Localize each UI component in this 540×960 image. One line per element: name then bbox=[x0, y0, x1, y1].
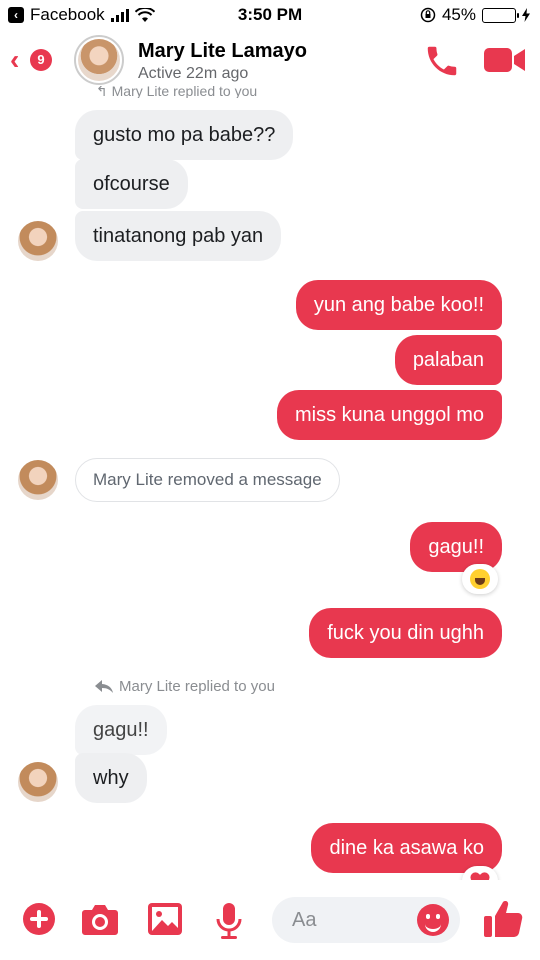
outgoing-message[interactable]: miss kuna unggol mo bbox=[277, 390, 502, 440]
video-call-icon[interactable] bbox=[484, 46, 526, 74]
plus-icon[interactable] bbox=[22, 902, 56, 936]
reply-arrow-icon: ↰ bbox=[96, 86, 112, 98]
reply-notice: Mary Lite replied to you bbox=[95, 678, 275, 695]
outgoing-message[interactable]: fuck you din ughh bbox=[309, 608, 502, 658]
outgoing-message[interactable]: palaban bbox=[394, 335, 502, 385]
emoji-icon[interactable] bbox=[417, 904, 449, 936]
reply-arrow-icon bbox=[95, 679, 113, 693]
composer-bar bbox=[0, 880, 540, 960]
contact-name[interactable]: Mary Lite Lamayo bbox=[138, 40, 307, 63]
microphone-icon[interactable] bbox=[216, 902, 242, 940]
active-status: Active 22m ago bbox=[138, 65, 249, 82]
contact-avatar-small[interactable] bbox=[18, 762, 58, 802]
removed-message-notice: Mary Lite removed a message bbox=[75, 458, 340, 502]
reply-notice-cut: ↰ Mary Lite replied to you bbox=[96, 86, 257, 98]
contact-avatar[interactable] bbox=[74, 35, 124, 85]
incoming-message[interactable]: why bbox=[75, 753, 147, 803]
reply-notice-text: Mary Lite replied to you bbox=[111, 86, 258, 98]
status-right: 45% bbox=[420, 5, 530, 25]
back-chevron-icon[interactable]: ‹ bbox=[10, 46, 19, 74]
gallery-icon[interactable] bbox=[147, 902, 183, 936]
message-reaction[interactable] bbox=[462, 564, 498, 594]
outgoing-message[interactable]: yun ang babe koo!! bbox=[295, 280, 502, 330]
like-thumbs-up-icon[interactable] bbox=[483, 899, 523, 939]
contact-avatar-small[interactable] bbox=[18, 221, 58, 261]
incoming-message[interactable]: gusto mo pa babe?? bbox=[75, 110, 294, 160]
unread-count-badge[interactable]: 9 bbox=[30, 49, 52, 71]
reply-notice-text: Mary Lite replied to you bbox=[119, 678, 275, 695]
battery-icon bbox=[482, 7, 519, 23]
incoming-message[interactable]: ofcourse bbox=[75, 159, 188, 209]
avatar-photo bbox=[78, 39, 120, 81]
contact-avatar-small[interactable] bbox=[18, 460, 58, 500]
charging-bolt-icon bbox=[522, 8, 530, 22]
replied-message-quote[interactable]: gagu!! bbox=[75, 705, 167, 755]
camera-icon[interactable] bbox=[81, 902, 119, 936]
orientation-lock-icon bbox=[420, 7, 436, 23]
phone-call-icon[interactable] bbox=[423, 42, 461, 80]
laughing-emoji-icon bbox=[470, 569, 490, 589]
status-bar: ‹ Facebook 3:50 PM 45% bbox=[0, 0, 540, 30]
incoming-message[interactable]: tinatanong pab yan bbox=[75, 211, 282, 261]
battery-percent: 45% bbox=[441, 5, 476, 24]
conversation-header: ‹ 9 Mary Lite Lamayo Active 22m ago bbox=[0, 30, 540, 90]
